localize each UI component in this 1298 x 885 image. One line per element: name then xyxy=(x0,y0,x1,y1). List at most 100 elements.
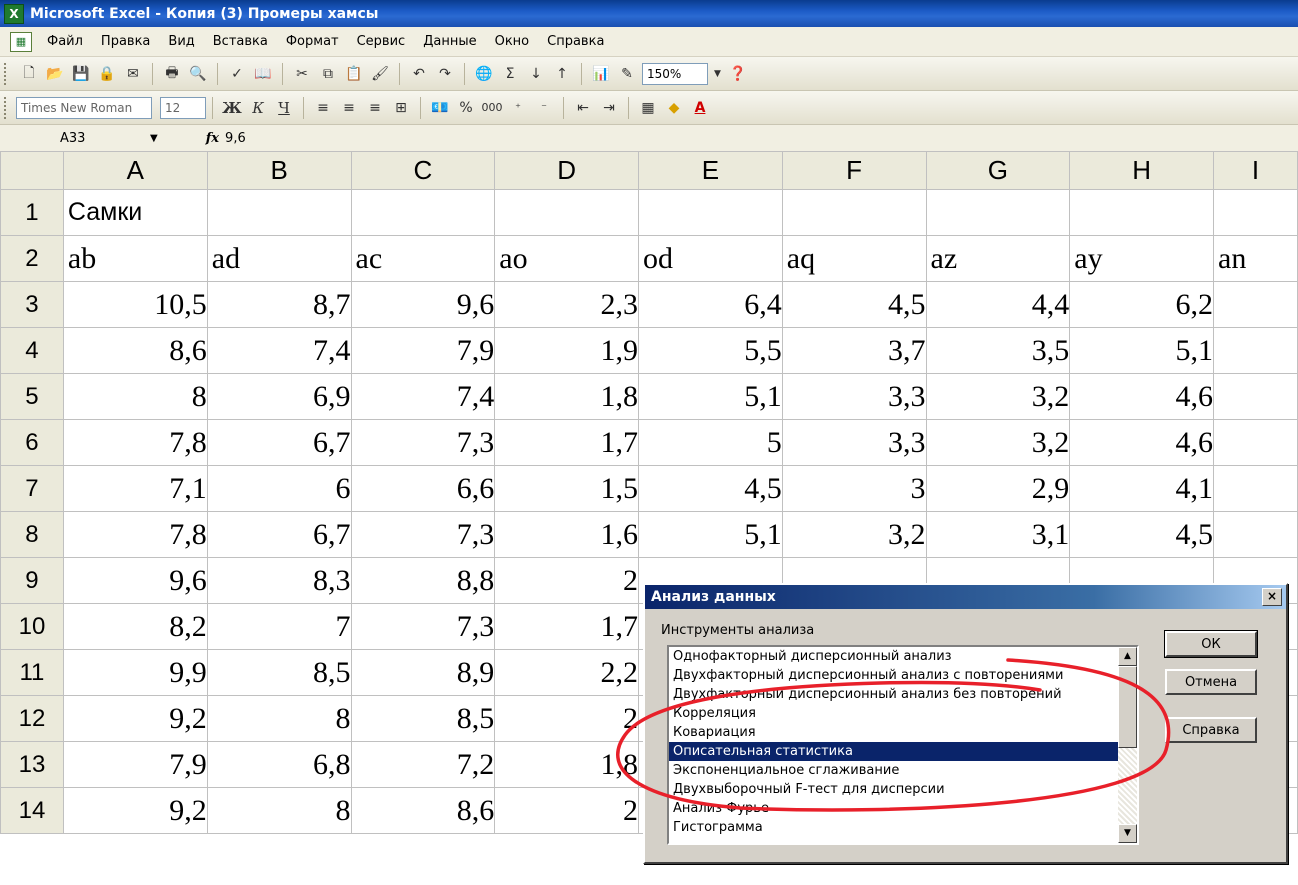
menu-view[interactable]: Вид xyxy=(159,34,203,49)
ok-button[interactable]: ОК xyxy=(1164,630,1258,658)
toolbar-grip[interactable] xyxy=(4,62,10,85)
row-header[interactable]: 3 xyxy=(0,281,64,328)
cell[interactable] xyxy=(1213,281,1298,328)
cell[interactable]: 1,5 xyxy=(494,465,639,512)
cell[interactable]: 4,1 xyxy=(1069,465,1214,512)
row-header[interactable]: 5 xyxy=(0,373,64,420)
italic-button[interactable]: К xyxy=(247,97,269,119)
redo-icon[interactable]: ↷ xyxy=(434,63,456,85)
cell[interactable]: 3,5 xyxy=(925,327,1071,374)
drawing-icon[interactable]: ✎ xyxy=(616,63,638,85)
cell[interactable]: 2 xyxy=(494,787,639,834)
row-header[interactable]: 6 xyxy=(0,419,64,466)
cell[interactable]: 7,9 xyxy=(350,327,496,374)
open-folder-icon[interactable]: 📂 xyxy=(44,63,66,85)
list-item[interactable]: Однофакторный дисперсионный анализ xyxy=(669,647,1137,666)
cell[interactable] xyxy=(1069,189,1214,236)
name-box-dropdown-icon[interactable]: ▼ xyxy=(150,133,158,144)
cell[interactable]: 4,6 xyxy=(1069,419,1214,466)
menu-data[interactable]: Данные xyxy=(414,34,485,49)
cell[interactable]: 6,7 xyxy=(206,511,352,558)
row-header[interactable]: 14 xyxy=(0,787,64,834)
toolbar-grip[interactable] xyxy=(4,96,10,119)
close-icon[interactable]: × xyxy=(1262,588,1282,606)
merge-center-icon[interactable]: ⊞ xyxy=(390,97,412,119)
cell[interactable]: 6,6 xyxy=(350,465,496,512)
cell[interactable]: 2,3 xyxy=(494,281,639,328)
cell[interactable]: 7,3 xyxy=(350,511,496,558)
column-header-g[interactable]: G xyxy=(925,151,1071,190)
cell[interactable]: 3,3 xyxy=(781,419,927,466)
align-center-icon[interactable]: ≡ xyxy=(338,97,360,119)
cell[interactable]: 6 xyxy=(206,465,352,512)
cell[interactable]: 6,9 xyxy=(206,373,352,420)
borders-icon[interactable]: ▦ xyxy=(637,97,659,119)
cell[interactable]: 1,6 xyxy=(494,511,639,558)
spelling-icon[interactable]: ✓ xyxy=(226,63,248,85)
menu-format[interactable]: Формат xyxy=(277,34,348,49)
cell[interactable]: 1,7 xyxy=(494,603,639,650)
menu-tools[interactable]: Сервис xyxy=(348,34,415,49)
cell[interactable]: 3,7 xyxy=(781,327,927,374)
fill-color-icon[interactable]: ◆ xyxy=(663,97,685,119)
cell[interactable]: 9,9 xyxy=(62,649,208,696)
cell[interactable]: ab xyxy=(62,235,208,282)
menu-help[interactable]: Справка xyxy=(538,34,613,49)
menu-file[interactable]: Файл xyxy=(38,34,92,49)
cell[interactable] xyxy=(1213,189,1298,236)
cell[interactable]: 3,2 xyxy=(925,419,1071,466)
cell[interactable]: 8,7 xyxy=(206,281,352,328)
chart-wizard-icon[interactable]: 📊 xyxy=(590,63,612,85)
cell[interactable] xyxy=(1213,373,1298,420)
column-header-c[interactable]: C xyxy=(350,151,496,190)
cell[interactable]: 3,2 xyxy=(781,511,927,558)
cell[interactable]: 7,3 xyxy=(350,419,496,466)
save-icon[interactable]: 💾 xyxy=(70,63,92,85)
help-icon[interactable]: ❓ xyxy=(727,63,749,85)
cell[interactable]: 8 xyxy=(206,787,352,834)
cell[interactable]: 7,2 xyxy=(350,741,496,788)
format-painter-icon[interactable]: 🖌 xyxy=(369,63,391,85)
row-header[interactable]: 11 xyxy=(0,649,64,696)
list-item[interactable]: Экспоненциальное сглаживание xyxy=(669,761,1137,780)
cell[interactable]: ay xyxy=(1069,235,1214,282)
list-item[interactable]: Двухфакторный дисперсионный анализ без п… xyxy=(669,685,1137,704)
row-header[interactable]: 7 xyxy=(0,465,64,512)
cell[interactable] xyxy=(1213,511,1298,558)
decrease-indent-icon[interactable]: ⇤ xyxy=(572,97,594,119)
cell[interactable]: 7,8 xyxy=(62,419,208,466)
permission-icon[interactable]: 🔒 xyxy=(96,63,118,85)
cell[interactable]: 3,3 xyxy=(781,373,927,420)
row-header[interactable]: 1 xyxy=(0,189,64,236)
bold-button[interactable]: Ж xyxy=(221,97,243,119)
cell[interactable]: 5,1 xyxy=(638,511,783,558)
align-right-icon[interactable]: ≡ xyxy=(364,97,386,119)
cell[interactable]: 8,6 xyxy=(350,787,496,834)
cell[interactable]: 5 xyxy=(638,419,783,466)
increase-indent-icon[interactable]: ⇥ xyxy=(598,97,620,119)
cell[interactable]: 4,5 xyxy=(1069,511,1214,558)
cell[interactable]: 8,8 xyxy=(350,557,496,604)
cell[interactable]: 8,2 xyxy=(62,603,208,650)
column-header-d[interactable]: D xyxy=(494,151,639,190)
cell[interactable]: 2,2 xyxy=(494,649,639,696)
scroll-thumb[interactable] xyxy=(1118,666,1137,748)
increase-decimal-icon[interactable]: ⁺ xyxy=(507,97,529,119)
cell[interactable] xyxy=(494,189,639,236)
menu-window[interactable]: Окно xyxy=(486,34,539,49)
formula-input[interactable]: 9,6 xyxy=(225,131,246,146)
cell[interactable]: 8,5 xyxy=(350,695,496,742)
autosum-icon[interactable]: Σ xyxy=(499,63,521,85)
cell[interactable]: 8,6 xyxy=(62,327,208,374)
cell[interactable]: 3,2 xyxy=(925,373,1071,420)
font-size-select[interactable]: 12 xyxy=(160,96,206,119)
list-item[interactable]: Анализ Фурье xyxy=(669,799,1137,818)
cell[interactable]: 6,2 xyxy=(1069,281,1214,328)
email-icon[interactable]: ✉ xyxy=(122,63,144,85)
name-box[interactable]: A33 xyxy=(0,131,150,146)
list-item[interactable]: Двухвыборочный F-тест для дисперсии xyxy=(669,780,1137,799)
row-header[interactable]: 13 xyxy=(0,741,64,788)
align-left-icon[interactable]: ≡ xyxy=(312,97,334,119)
cell[interactable]: 2 xyxy=(494,557,639,604)
zoom-select[interactable]: 150% xyxy=(642,62,708,85)
